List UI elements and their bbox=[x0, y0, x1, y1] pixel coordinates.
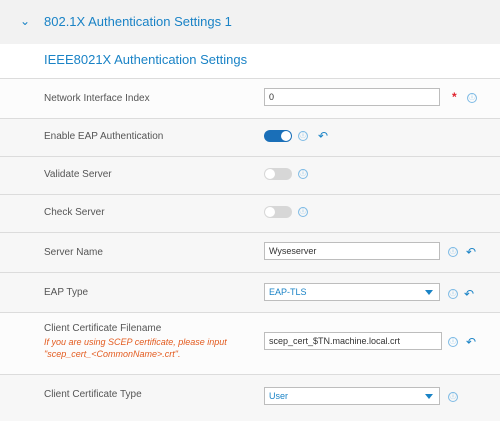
info-icon[interactable]: ⓘ bbox=[467, 93, 477, 103]
info-icon[interactable]: ⓘ bbox=[298, 207, 308, 217]
row-enable-eap: Enable EAP Authentication ⓘ ↶ bbox=[0, 118, 500, 157]
undo-icon[interactable]: ↶ bbox=[318, 130, 330, 142]
eap-type-label: EAP Type bbox=[44, 287, 89, 298]
client-certificate-type-value: User bbox=[269, 391, 289, 401]
info-icon[interactable]: ⓘ bbox=[448, 247, 458, 257]
network-interface-index-label: Network Interface Index bbox=[44, 93, 150, 104]
toggle-knob bbox=[265, 207, 275, 217]
chevron-down-icon[interactable]: ⌄ bbox=[20, 14, 34, 28]
enable-eap-toggle[interactable] bbox=[264, 130, 292, 142]
check-server-label: Check Server bbox=[44, 207, 105, 218]
toggle-knob bbox=[265, 169, 275, 179]
client-certificate-filename-helper: If you are using SCEP certificate, pleas… bbox=[44, 337, 227, 359]
network-interface-index-input[interactable]: 0 bbox=[264, 88, 440, 106]
enable-eap-label: Enable EAP Authentication bbox=[44, 131, 164, 142]
client-certificate-filename-input[interactable]: scep_cert_$TN.machine.local.crt bbox=[264, 332, 442, 350]
undo-icon[interactable]: ↶ bbox=[464, 288, 476, 300]
row-eap-type: EAP Type EAP-TLS ⓘ ↶ bbox=[0, 272, 500, 313]
info-icon[interactable]: ⓘ bbox=[298, 131, 308, 141]
row-network-interface-index: Network Interface Index 0 * ⓘ bbox=[0, 78, 500, 119]
eap-type-select[interactable]: EAP-TLS bbox=[264, 283, 440, 301]
row-server-name: Server Name Wyseserver ⓘ ↶ bbox=[0, 232, 500, 273]
info-icon[interactable]: ⓘ bbox=[448, 337, 458, 347]
section-header[interactable]: ⌄ 802.1X Authentication Settings 1 bbox=[0, 0, 500, 44]
subsection-title: IEEE8021X Authentication Settings bbox=[44, 52, 248, 67]
client-certificate-type-select[interactable]: User bbox=[264, 387, 440, 405]
info-icon[interactable]: ⓘ bbox=[448, 289, 458, 299]
undo-icon[interactable]: ↶ bbox=[466, 336, 478, 348]
row-client-certificate-type: Client Certificate Type User ⓘ bbox=[0, 374, 500, 421]
server-name-input[interactable]: Wyseserver bbox=[264, 242, 440, 260]
validate-server-label: Validate Server bbox=[44, 169, 112, 180]
undo-icon[interactable]: ↶ bbox=[466, 246, 478, 258]
check-server-toggle[interactable] bbox=[264, 206, 292, 218]
eap-type-value: EAP-TLS bbox=[269, 287, 307, 297]
caret-down-icon bbox=[425, 394, 433, 399]
client-certificate-type-label: Client Certificate Type bbox=[44, 389, 142, 400]
row-validate-server: Validate Server ⓘ bbox=[0, 156, 500, 195]
info-icon[interactable]: ⓘ bbox=[448, 392, 458, 402]
client-certificate-filename-label: Client Certificate Filename bbox=[44, 323, 162, 334]
section-title: 802.1X Authentication Settings 1 bbox=[44, 14, 232, 29]
caret-down-icon bbox=[425, 290, 433, 295]
server-name-label: Server Name bbox=[44, 247, 103, 258]
row-client-certificate-filename: Client Certificate Filename If you are u… bbox=[0, 312, 500, 375]
row-check-server: Check Server ⓘ bbox=[0, 194, 500, 233]
toggle-knob bbox=[281, 131, 291, 141]
info-icon[interactable]: ⓘ bbox=[298, 169, 308, 179]
required-marker: * bbox=[452, 90, 457, 104]
validate-server-toggle[interactable] bbox=[264, 168, 292, 180]
